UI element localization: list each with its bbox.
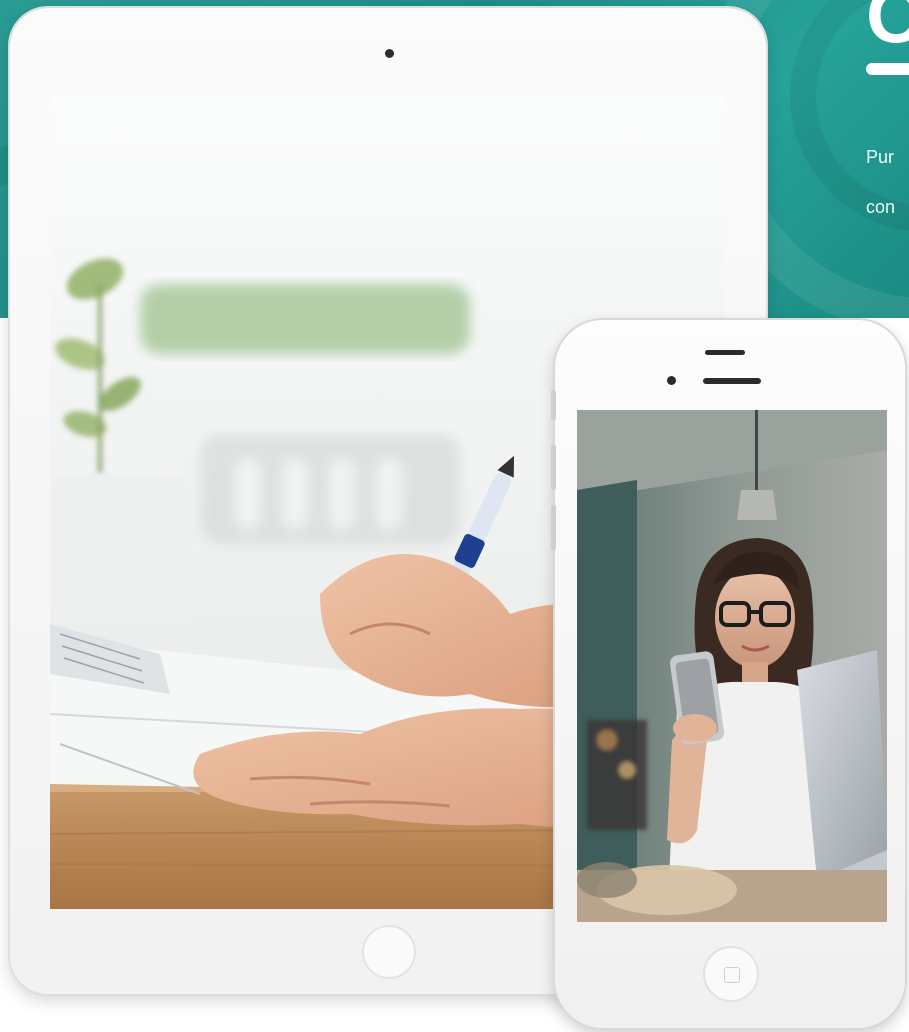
volume-down-button [551,505,556,550]
front-camera-icon [385,49,394,58]
heading-underline [866,63,909,75]
phone-mockup [551,320,905,1028]
banner-description-line: con [866,197,896,217]
speaker-grille-icon [703,378,761,384]
woman-with-phone-photo [577,410,887,922]
banner-description-line: Pur [866,147,895,167]
mute-switch [551,390,556,420]
home-button-icon [362,925,416,979]
home-button-icon[interactable] [703,946,759,1002]
banner-heading: O [866,0,909,59]
sensor-icon [705,350,745,355]
home-square-icon [724,967,740,983]
phone-screen-photo [577,410,887,922]
page: O Pur con [0,0,909,1032]
volume-up-button [551,445,556,490]
banner-description: Pur con [866,132,909,232]
front-camera-icon [667,376,676,385]
